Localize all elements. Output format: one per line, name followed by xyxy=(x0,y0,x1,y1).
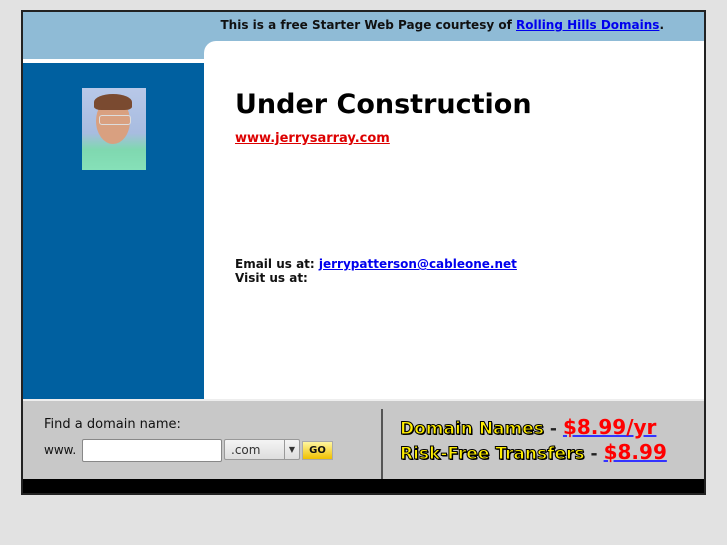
domain-bar: Find a domain name: www. .com ▼ GO Domain… xyxy=(23,399,704,481)
site-link[interactable]: www.jerrysarray.com xyxy=(235,131,390,146)
visit-label: Visit us at: xyxy=(235,271,308,285)
chevron-down-icon[interactable]: ▼ xyxy=(284,440,299,459)
profile-photo xyxy=(82,88,146,170)
contact-info: Email us at: jerrypatterson@cableone.net… xyxy=(235,257,517,285)
main-content: Under Construction www.jerrysarray.com E… xyxy=(204,41,704,397)
promo-price-link[interactable]: $8.99 xyxy=(604,440,667,464)
find-domain-label: Find a domain name: xyxy=(44,417,181,432)
promo-domain-names: Domain Names - $8.99/yr xyxy=(400,415,657,440)
tld-select[interactable]: .com ▼ xyxy=(224,439,300,460)
go-button[interactable]: GO xyxy=(302,441,333,460)
www-prefix: www. xyxy=(44,443,77,457)
promo-transfers: Risk-Free Transfers - $8.99 xyxy=(400,440,667,465)
tld-value: .com xyxy=(231,443,261,457)
domain-input[interactable] xyxy=(82,439,222,462)
footer-bar xyxy=(23,479,704,493)
rolling-hills-link[interactable]: Rolling Hills Domains xyxy=(516,18,659,32)
courtesy-notice: This is a free Starter Web Page courtesy… xyxy=(220,18,664,32)
page-frame: This is a free Starter Web Page courtesy… xyxy=(21,10,706,495)
email-label: Email us at: xyxy=(235,257,319,271)
promo-name: Risk-Free Transfers xyxy=(400,444,586,465)
email-link[interactable]: jerrypatterson@cableone.net xyxy=(319,257,517,271)
courtesy-text: This is a free Starter Web Page courtesy… xyxy=(220,18,516,32)
courtesy-end: . xyxy=(659,18,664,32)
page-title: Under Construction xyxy=(235,89,532,120)
left-panel xyxy=(23,61,204,399)
promo-price-link[interactable]: $8.99/yr xyxy=(563,415,656,439)
divider xyxy=(381,409,383,479)
promo-name: Domain Names xyxy=(400,419,545,440)
